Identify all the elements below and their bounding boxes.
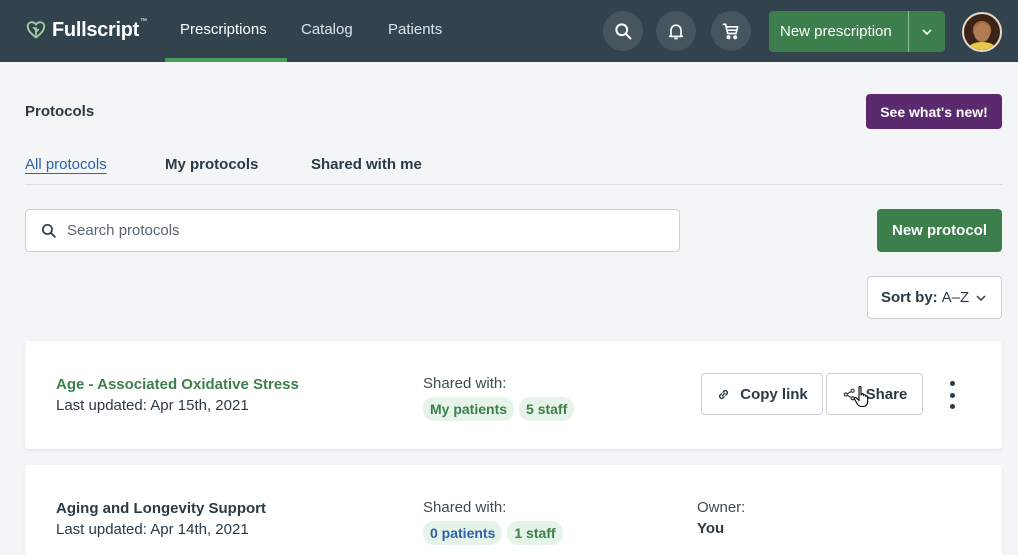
shared-badges: My patients 5 staff [423,397,579,421]
leaf-heart-icon [26,21,46,39]
tab-my-protocols[interactable]: My protocols [165,156,258,173]
search-button[interactable] [603,11,643,51]
owner-label: Owner: [697,499,746,516]
page-title: Protocols [25,103,95,120]
search-box[interactable] [25,209,680,252]
search-icon [41,223,56,238]
sort-value: A–Z [941,289,970,306]
shared-badges: 0 patients 1 staff [423,521,568,545]
logo-text: Fullscript [52,18,140,41]
active-nav-indicator [165,58,287,62]
whats-new-button[interactable]: See what's new! [866,94,1002,129]
patients-badge: 0 patients [423,521,503,545]
owner-value: You [697,520,725,537]
share-button[interactable]: Share [826,373,923,415]
protocol-name[interactable]: Age - Associated Oxidative Stress [56,376,299,393]
fullscript-logo[interactable]: Fullscript ™ [25,15,147,45]
new-prescription-label[interactable]: New prescription [769,11,909,52]
chevron-down-icon [976,294,986,301]
tabs-divider [25,184,1002,185]
chevron-down-icon [922,28,932,35]
sort-dropdown[interactable]: Sort by: A–Z [867,276,1002,319]
cart-button[interactable] [711,11,751,51]
copy-link-label: Copy link [740,385,808,403]
search-input[interactable] [67,222,627,239]
top-navigation: Fullscript ™ Prescriptions Catalog Patie… [0,0,1018,62]
cart-icon [722,23,739,40]
avatar-face [974,23,990,42]
tab-all-protocols[interactable]: All protocols [25,156,107,173]
new-protocol-button[interactable]: New protocol [877,209,1002,252]
protocol-updated: Last updated: Apr 14th, 2021 [56,521,249,538]
shared-with-label: Shared with: [423,499,507,516]
hand-cursor-icon [853,386,869,408]
staff-badge: 5 staff [519,397,575,421]
new-prescription-dropdown[interactable] [909,11,945,52]
more-options-icon[interactable] [946,381,958,409]
trademark: ™ [140,18,148,25]
sort-label: Sort by: [881,289,938,306]
new-prescription-button[interactable]: New prescription [769,11,945,52]
protocol-updated: Last updated: Apr 15th, 2021 [56,397,249,414]
protocol-card: Aging and Longevity Support Last updated… [25,465,1002,555]
nav-prescriptions[interactable]: Prescriptions [180,21,267,38]
search-icon [615,23,632,40]
tab-shared-with-me[interactable]: Shared with me [311,156,422,173]
staff-badge: 1 staff [507,521,563,545]
patients-badge: My patients [423,397,515,421]
avatar-shirt [968,42,996,50]
notifications-button[interactable] [656,11,696,51]
bell-icon [668,24,684,40]
shared-with-label: Shared with: [423,375,507,392]
nav-patients[interactable]: Patients [388,21,442,38]
user-avatar[interactable] [962,12,1002,52]
protocol-name[interactable]: Aging and Longevity Support [56,500,266,517]
copy-link-button[interactable]: Copy link [701,373,823,415]
link-icon [719,389,729,399]
nav-catalog[interactable]: Catalog [301,21,353,38]
